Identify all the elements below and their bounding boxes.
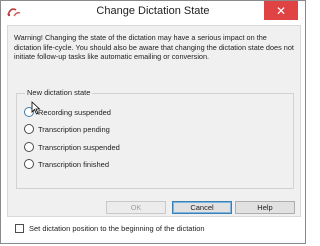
group-title: New dictation state xyxy=(25,88,93,97)
reset-position-label: Set dictation position to the beginning … xyxy=(29,224,205,233)
mouse-cursor-icon xyxy=(31,101,41,115)
option-label: Recording suspended xyxy=(38,107,111,117)
reset-position-checkbox[interactable] xyxy=(15,224,24,233)
dialog-content: Warning! Changing the state of the dicta… xyxy=(7,25,301,217)
option-transcription-pending[interactable]: Transcription pending xyxy=(24,123,110,135)
option-label: Transcription finished xyxy=(38,159,110,169)
dialog-window: Change Dictation State ✕ Warning! Changi… xyxy=(0,0,306,244)
title-bar[interactable]: Change Dictation State ✕ xyxy=(1,1,305,23)
cancel-button[interactable]: Cancel xyxy=(172,201,232,214)
ok-button[interactable]: OK xyxy=(106,201,166,214)
option-transcription-suspended[interactable]: Transcription suspended xyxy=(24,141,120,153)
radio-button[interactable] xyxy=(24,124,34,134)
warning-text: Warning! Changing the state of the dicta… xyxy=(14,33,294,62)
close-icon: ✕ xyxy=(275,3,287,18)
radio-button[interactable] xyxy=(24,142,34,152)
dictation-state-group: New dictation state Recording suspended … xyxy=(16,88,294,189)
option-transcription-finished[interactable]: Transcription finished xyxy=(24,158,109,170)
option-label: Transcription suspended xyxy=(38,142,120,152)
radio-button[interactable] xyxy=(24,159,34,169)
help-button[interactable]: Help xyxy=(235,201,295,214)
reset-position-option[interactable]: Set dictation position to the beginning … xyxy=(15,224,205,233)
close-button[interactable]: ✕ xyxy=(264,1,298,20)
option-label: Transcription pending xyxy=(38,124,110,134)
window-title: Change Dictation State xyxy=(96,5,210,17)
